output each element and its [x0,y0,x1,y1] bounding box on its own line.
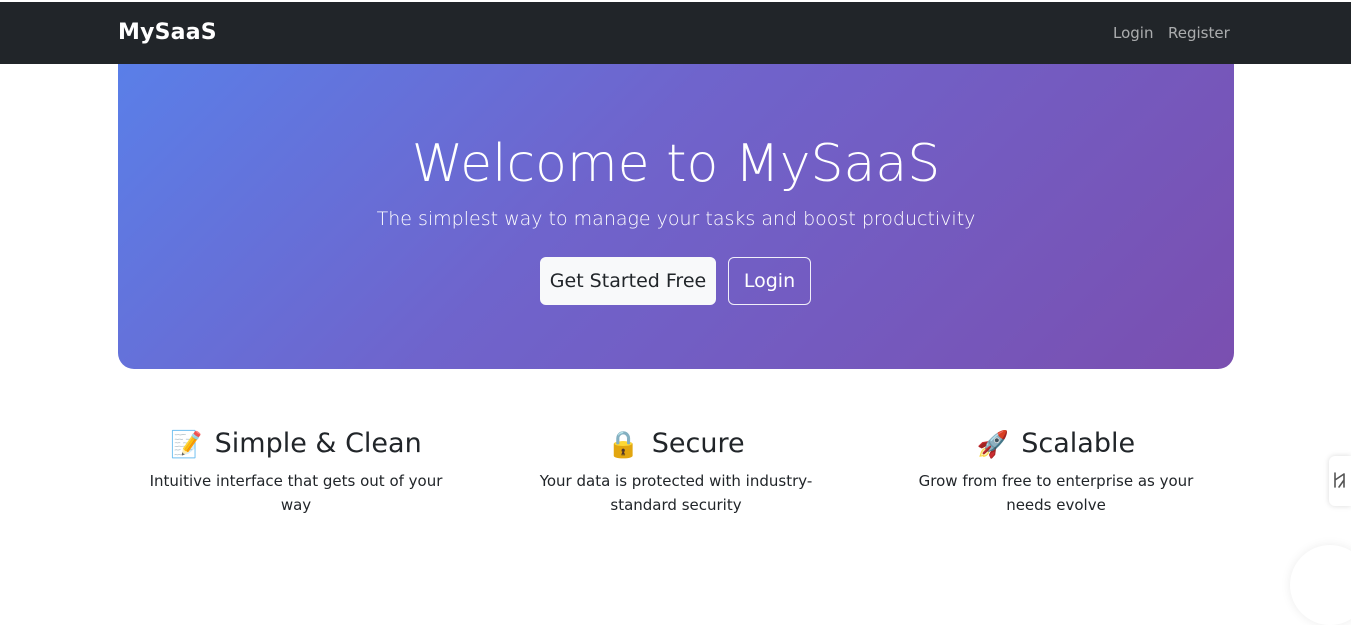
side-widget-tab[interactable] [1329,456,1351,506]
hero-login-button[interactable]: Login [728,257,811,305]
get-started-button[interactable]: Get Started Free [540,257,716,305]
hero-subtitle: The simplest way to manage your tasks an… [376,208,976,230]
feature-title: Scalable [1021,428,1136,459]
navbar: MySaaS Login Register [0,2,1351,64]
feature-heading: 🔒 Secure [506,425,846,463]
side-widget-icon [1334,472,1345,488]
hero-title: Welcome to MySaaS [411,134,941,194]
feature-heading: 🚀 Scalable [886,425,1226,463]
hero-banner: Welcome to MySaaS The simplest way to ma… [118,64,1234,369]
feature-description: Intuitive interface that gets out of you… [149,472,443,514]
feature-heading: 📝 Simple & Clean [126,425,466,463]
nav-register-link[interactable]: Register [1168,24,1230,42]
nav-login-link[interactable]: Login [1113,24,1153,42]
brand-logo-link[interactable]: MySaaS [118,20,217,45]
lock-icon: 🔒 [607,429,640,459]
rocket-icon: 🚀 [976,429,1010,459]
memo-icon: 📝 [170,429,203,459]
feature-description: Grow from free to enterprise as your nee… [918,472,1194,514]
feature-description: Your data is protected with industry-sta… [539,472,813,514]
feature-title: Secure [651,428,745,459]
feature-card-secure: 🔒 Secure Your data is protected with indu… [506,425,846,517]
corner-chat-bubble[interactable] [1290,545,1351,625]
feature-card-simple: 📝 Simple & Clean Intuitive interface that… [126,425,466,517]
feature-title: Simple & Clean [214,428,422,459]
feature-card-scalable: 🚀 Scalable Grow from free to enterprise a… [886,425,1226,517]
